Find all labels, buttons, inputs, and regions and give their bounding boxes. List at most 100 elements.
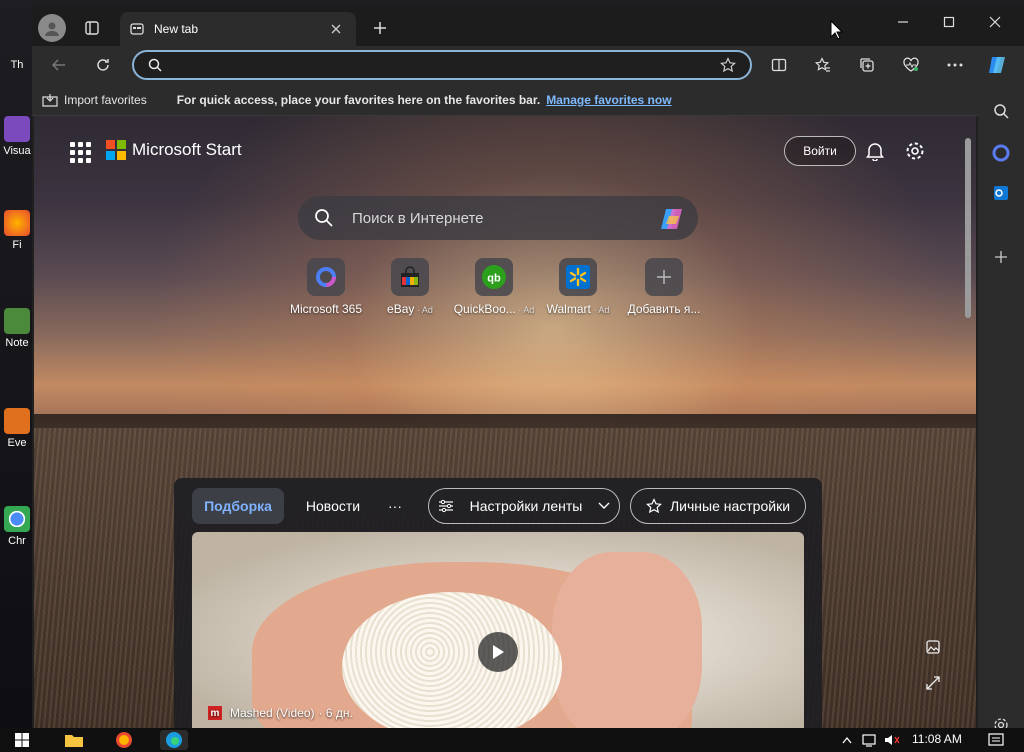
start-button[interactable] bbox=[8, 730, 36, 750]
sidebar-search-button[interactable] bbox=[986, 96, 1016, 126]
network-icon bbox=[862, 734, 876, 747]
sidebar-add-button[interactable] bbox=[986, 242, 1016, 272]
back-arrow-icon bbox=[51, 59, 65, 71]
import-favorites-button[interactable]: Import favorites bbox=[42, 93, 147, 107]
expand-background-button[interactable] bbox=[922, 672, 944, 694]
desktop-shortcut-label: Eve bbox=[7, 437, 27, 449]
web-search-box[interactable] bbox=[298, 196, 698, 240]
tray-network[interactable] bbox=[860, 730, 880, 750]
search-icon bbox=[315, 209, 333, 227]
profile-button[interactable] bbox=[38, 14, 66, 42]
browser-window: New tab Import favorites For quick acces… bbox=[32, 6, 1024, 732]
tab-actions-icon bbox=[85, 21, 99, 35]
personal-settings-label: Личные настройки bbox=[669, 498, 791, 514]
walmart-icon bbox=[559, 258, 597, 296]
scrollbar-thumb[interactable] bbox=[965, 138, 971, 318]
copilot-button[interactable] bbox=[982, 50, 1012, 80]
desktop-shortcut-visual-studio[interactable]: Visua bbox=[2, 116, 32, 157]
minimize-button[interactable] bbox=[880, 6, 926, 38]
quick-link-quickbooks[interactable]: qb QuickBoo... · Ad bbox=[446, 258, 542, 316]
page-settings-button[interactable] bbox=[902, 138, 928, 164]
address-bar[interactable] bbox=[132, 50, 752, 80]
collections-button[interactable] bbox=[852, 50, 882, 80]
favorites-bar: Import favorites For quick access, place… bbox=[32, 84, 1024, 116]
outlook-icon bbox=[994, 186, 1008, 200]
more-icon bbox=[947, 63, 963, 67]
desktop-shortcut-notepad[interactable]: Note bbox=[2, 308, 32, 349]
chevron-down-icon bbox=[598, 502, 610, 509]
feed-settings-button[interactable]: Настройки ленты bbox=[428, 488, 620, 524]
desktop-shortcut-label: Fi bbox=[12, 239, 22, 251]
copilot-icon[interactable] bbox=[658, 206, 686, 232]
favorites-button[interactable] bbox=[808, 50, 838, 80]
microsoft-logo-icon bbox=[106, 140, 126, 160]
chevron-up-icon bbox=[842, 736, 852, 744]
notification-center-button[interactable] bbox=[984, 730, 1008, 750]
tab-close-button[interactable] bbox=[326, 19, 346, 39]
tab-new-tab[interactable]: New tab bbox=[120, 12, 356, 46]
feed-card-video[interactable]: m Mashed (Video) · 6 дн. bbox=[192, 532, 804, 728]
copilot-icon bbox=[989, 57, 1005, 73]
quick-link-microsoft-365[interactable]: Microsoft 365 bbox=[278, 258, 374, 316]
desktop-shortcut-firefox[interactable]: Fi bbox=[2, 210, 32, 251]
refresh-button[interactable] bbox=[88, 50, 118, 80]
browser-essentials-button[interactable] bbox=[896, 50, 926, 80]
desktop-shortcut-app[interactable]: Eve bbox=[2, 408, 32, 449]
brand-title: Microsoft Start bbox=[132, 140, 242, 159]
taskbar-edge[interactable] bbox=[160, 730, 188, 750]
web-search-input[interactable] bbox=[352, 208, 642, 228]
feed-tab-more[interactable]: ··· bbox=[380, 488, 410, 524]
back-button[interactable] bbox=[44, 50, 74, 80]
edge-sidebar bbox=[978, 84, 1024, 732]
app-launcher-button[interactable] bbox=[68, 140, 92, 164]
news-feed: Подборка Новости ··· Настройки ленты Лич… bbox=[174, 478, 822, 728]
sparkle-star-icon bbox=[645, 498, 662, 514]
notifications-button[interactable] bbox=[862, 138, 888, 164]
split-screen-button[interactable] bbox=[764, 50, 794, 80]
quick-link-add-site[interactable]: Добавить я... bbox=[616, 258, 712, 316]
plus-icon bbox=[645, 258, 683, 296]
feed-settings-label: Настройки ленты bbox=[469, 498, 583, 514]
volume-muted-icon bbox=[885, 735, 900, 745]
quick-link-walmart[interactable]: Walmart · Ad bbox=[530, 258, 626, 316]
desktop-shortcut[interactable]: Th bbox=[2, 38, 32, 71]
page-scrollbar[interactable] bbox=[962, 116, 974, 728]
tray-volume[interactable] bbox=[882, 730, 902, 750]
close-icon bbox=[331, 24, 341, 34]
app-icon bbox=[4, 408, 30, 434]
firefox-icon bbox=[4, 210, 30, 236]
taskbar-firefox[interactable] bbox=[110, 730, 138, 750]
navigation-toolbar bbox=[32, 46, 1024, 84]
minimize-icon bbox=[898, 21, 908, 23]
ad-badge: Ad bbox=[421, 305, 433, 315]
manage-favorites-link[interactable]: Manage favorites now bbox=[546, 93, 671, 107]
new-tab-button[interactable] bbox=[366, 14, 394, 42]
windows-icon bbox=[15, 733, 29, 747]
search-icon bbox=[994, 104, 1009, 119]
notepad-icon bbox=[4, 308, 30, 334]
sign-in-button[interactable]: Войти bbox=[784, 136, 856, 166]
tab-strip: New tab bbox=[32, 6, 1024, 46]
sidebar-copilot-button[interactable] bbox=[986, 138, 1016, 168]
quick-link-ebay[interactable]: eBay · Ad bbox=[362, 258, 458, 316]
star-icon[interactable] bbox=[720, 57, 736, 73]
close-window-button[interactable] bbox=[972, 6, 1018, 38]
feed-tab-podborka[interactable]: Подборка bbox=[192, 488, 284, 524]
tray-overflow-button[interactable] bbox=[838, 730, 856, 750]
play-button[interactable] bbox=[478, 632, 518, 672]
clock[interactable]: 11:08 AM bbox=[912, 732, 962, 746]
sidebar-outlook-button[interactable] bbox=[986, 178, 1016, 208]
personal-settings-button[interactable]: Личные настройки bbox=[630, 488, 806, 524]
desktop-shortcut-chrome[interactable]: Chr bbox=[2, 506, 32, 547]
maximize-button[interactable] bbox=[926, 6, 972, 38]
tab-actions-button[interactable] bbox=[78, 14, 106, 42]
mashed-logo-icon: m bbox=[208, 706, 222, 720]
more-options-button[interactable] bbox=[940, 50, 970, 80]
microsoft-365-icon bbox=[992, 144, 1010, 162]
feed-tab-novosti[interactable]: Новости bbox=[298, 488, 368, 524]
taskbar-file-explorer[interactable] bbox=[60, 730, 88, 750]
desktop-shortcut-icon bbox=[4, 38, 30, 56]
address-input[interactable] bbox=[168, 56, 708, 74]
newtab-page-icon bbox=[130, 23, 144, 35]
background-image-button[interactable] bbox=[922, 636, 944, 658]
